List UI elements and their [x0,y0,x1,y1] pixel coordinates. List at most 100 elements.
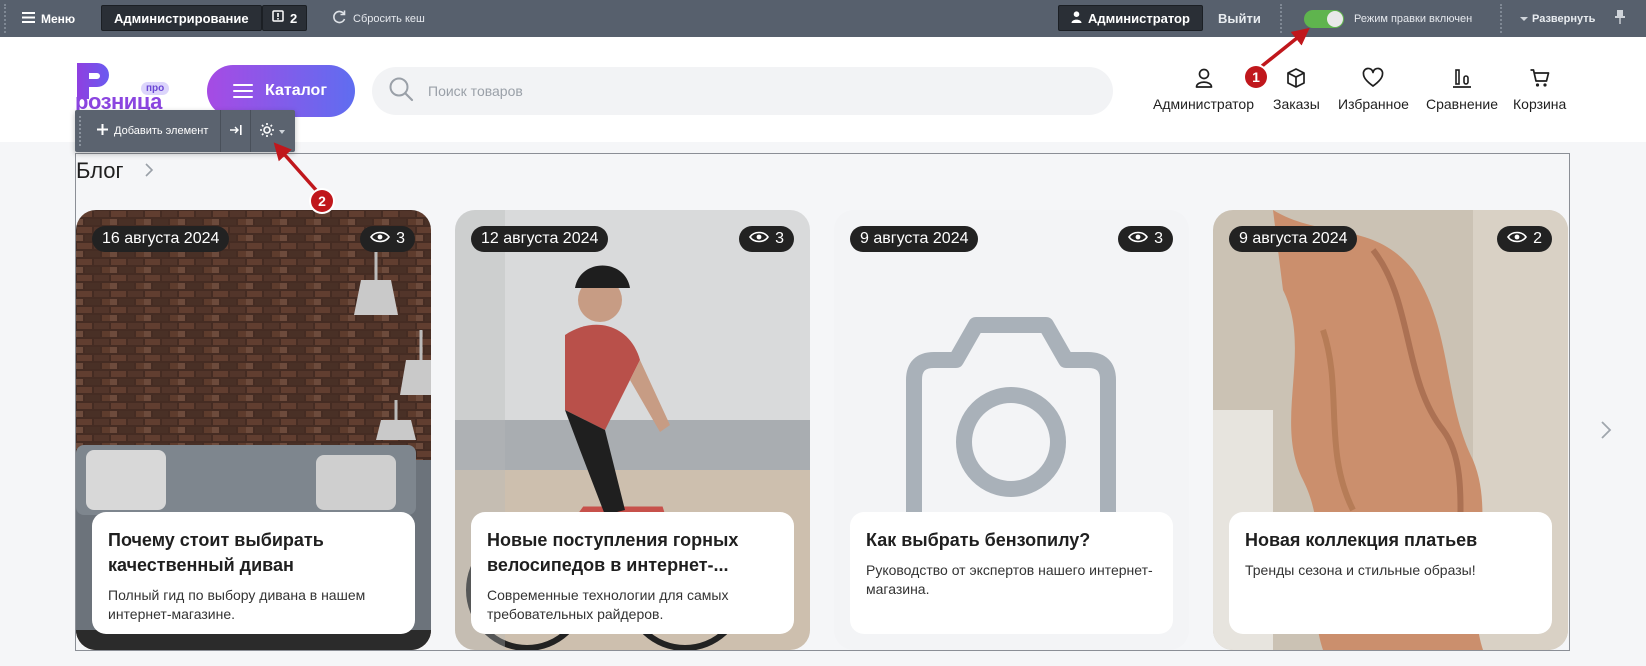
blog-card-2-text: Современные технологии для самых требова… [487,587,729,622]
notifications-button[interactable]: 2 [262,5,308,31]
user-icon [1193,67,1215,92]
pin-button[interactable] [1614,0,1626,37]
blog-card-4-views-badge: 2 [1497,226,1552,252]
gear-icon [259,122,275,141]
page: Меню Администрирование 2 Сбросить кеш Ад… [0,0,1646,666]
blog-card-1-views: 3 [396,230,405,247]
annotation-marker-1: 1 [1245,66,1267,88]
blog-heading[interactable]: Блог [76,158,154,184]
pin-icon [1614,9,1626,28]
box-icon [1285,67,1307,92]
blog-card-2[interactable]: 12 августа 2024 3 Новые поступления горн… [455,210,810,650]
blog-card-1-text: Полный гид по выбору дивана в нашем инте… [108,587,366,622]
blog-card-1-views-badge: 3 [360,226,415,252]
toggle-switch[interactable] [1304,9,1344,28]
logout-link[interactable]: Выйти [1218,0,1261,37]
admin-grip [4,4,6,33]
blog-card-4-views: 2 [1533,230,1542,247]
edit-mode-toggle[interactable]: Режим правки включен [1304,0,1472,37]
blog-card-4-text: Тренды сезона и стильные образы! [1245,562,1476,578]
expand-button[interactable]: Развернуть [1520,0,1595,37]
blog-card-4[interactable]: 9 августа 2024 2 Новая коллекция платьев… [1213,210,1568,650]
administration-button[interactable]: Администрирование [101,5,262,31]
eye-icon [370,230,391,248]
logo[interactable]: розница про [75,61,170,114]
search-input[interactable] [428,83,1028,99]
admin-separator [1280,4,1282,33]
header-compare-link[interactable]: Сравнение [1426,67,1498,112]
blog-card-1-title[interactable]: Почему стоит выбирать качественный диван [108,528,399,578]
blog-card-4-title[interactable]: Новая коллекция платьев [1245,528,1536,553]
blog-card-2-info: Новые поступления горных велосипедов в и… [471,512,794,634]
annotation-number-1: 1 [1252,69,1260,85]
heart-icon [1362,67,1384,92]
blog-card-2-views-badge: 3 [739,226,794,252]
chevron-right-icon [144,158,154,184]
annotation-number-2: 2 [318,193,326,209]
blog-card-4-date: 9 августа 2024 [1239,230,1348,247]
header-favorites-link[interactable]: Избранное [1338,67,1409,112]
admin-menu-label: Меню [41,11,76,26]
blog-card-2-title[interactable]: Новые поступления горных велосипедов в и… [487,528,778,578]
header-favorites-label: Избранное [1338,96,1409,112]
blog-card-3-text: Руководство от экспертов нашего интернет… [866,562,1153,597]
admin-separator-2 [1500,4,1502,33]
blog-card-2-views: 3 [775,230,784,247]
carousel-next-button[interactable] [1596,418,1616,442]
edit-mode-label: Режим правки включен [1354,12,1473,25]
caret-down-icon [1520,13,1528,25]
notifications-count: 2 [290,10,298,26]
search-bar [372,67,1113,115]
eye-icon [1507,230,1528,248]
header-orders-link[interactable]: Заказы [1273,67,1320,112]
blog-card-3-info: Как выбрать бензопилу? Руководство от эк… [850,512,1173,634]
search-icon[interactable] [388,76,414,107]
admin-user-label: Администратор [1088,10,1190,26]
admin-panel: Меню Администрирование 2 Сбросить кеш Ад… [0,0,1646,37]
blog-card-2-date-badge: 12 августа 2024 [471,226,609,252]
header-compare-label: Сравнение [1426,96,1498,112]
blog-card-1-date-badge: 16 августа 2024 [92,226,230,252]
blog-card-3-views-badge: 3 [1118,226,1173,252]
administration-label: Администрирование [114,10,249,26]
header-cart-link[interactable]: Корзина [1513,67,1566,112]
header-cart-label: Корзина [1513,96,1567,112]
chevron-right-icon [1596,421,1616,446]
blog-card-4-info: Новая коллекция платьев Тренды сезона и … [1229,512,1552,634]
component-settings-button[interactable] [251,110,293,152]
logout-label: Выйти [1218,11,1261,26]
blog-card-1-date: 16 августа 2024 [102,230,220,247]
refresh-icon [331,9,347,28]
component-edit-toolbar: Добавить элемент [75,110,295,152]
clear-cache-label: Сбросить кеш [353,12,425,25]
clear-cache-button[interactable]: Сбросить кеш [331,0,425,37]
arrow-to-line-icon [229,124,242,138]
add-element-button[interactable]: Добавить элемент [85,110,222,152]
blog-card-3[interactable]: 9 августа 2024 3 Как выбрать бензопилу? … [834,210,1189,650]
plus-icon [97,124,108,138]
blog-card-3-date-badge: 9 августа 2024 [850,226,979,252]
admin-menu-button[interactable]: Меню [22,0,75,37]
blog-card-1[interactable]: 16 августа 2024 3 Почему стоит выбирать … [76,210,431,650]
blog-title: Блог [76,158,124,183]
catalog-label: Каталог [265,82,327,99]
header-account-label: Администратор [1153,96,1255,112]
expand-label: Развернуть [1532,12,1596,25]
user-icon [1071,10,1082,26]
blog-card-1-info: Почему стоит выбирать качественный диван… [92,512,415,634]
blog-card-3-title[interactable]: Как выбрать бензопилу? [866,528,1157,553]
header-orders-label: Заказы [1273,96,1320,112]
cart-icon [1529,67,1551,92]
caret-down-icon [279,125,286,137]
admin-user-button[interactable]: Администратор [1058,5,1203,31]
eye-icon [749,230,770,248]
blog-card-3-date: 9 августа 2024 [860,230,969,247]
notification-icon [272,10,284,26]
logo-badge: про [141,82,170,95]
add-element-label: Добавить элемент [114,125,209,137]
blog-card-4-date-badge: 9 августа 2024 [1229,226,1358,252]
compare-icon [1451,67,1473,92]
blog-card-2-date: 12 августа 2024 [481,230,599,247]
edit-area-button[interactable] [221,110,252,152]
header-account-link[interactable]: Администратор [1153,67,1254,112]
